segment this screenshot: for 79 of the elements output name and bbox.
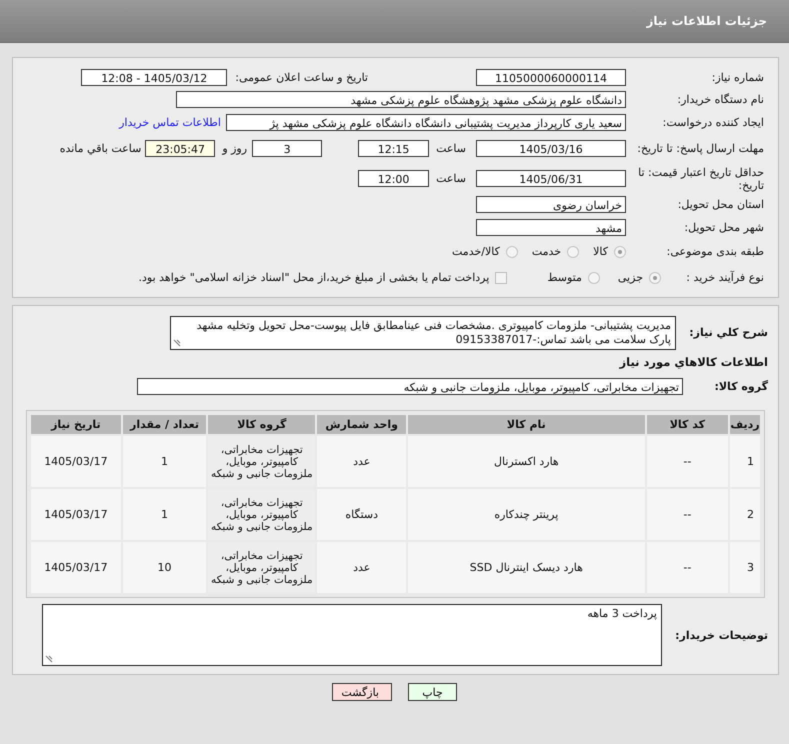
table-cell: 10 (122, 542, 206, 593)
notes-text: پرداخت 3 ماهه (587, 607, 657, 620)
column-header: تاریخ نیاز (31, 415, 121, 434)
days-field: 3 (252, 140, 322, 157)
table-cell: هارد اکسترنال (408, 436, 645, 487)
days-label: روز و (222, 142, 248, 155)
time-label: ساعت (436, 142, 466, 155)
validity-date-field: 1405/06/31 (476, 170, 626, 187)
column-header: کد کالا (646, 415, 728, 434)
resize-grip-icon (173, 338, 181, 346)
section-title: اطلاعات كالاهاي مورد نياز (618, 354, 769, 368)
back-button[interactable]: بازگشت (332, 683, 392, 701)
radio-label: جزیی (618, 271, 643, 284)
radio-label: کالا (593, 245, 608, 258)
table-cell: 1405/03/17 (31, 489, 121, 540)
table-cell: 1405/03/17 (31, 436, 121, 487)
print-button[interactable]: چاپ (408, 683, 457, 701)
table-cell: -- (646, 489, 728, 540)
field-label: توضیحات خریدار: (674, 628, 768, 642)
field-label: حداقل تاریخ اعتبار قیمت: تا تاریخ: (637, 166, 764, 192)
column-header: تعداد / مقدار (122, 415, 206, 434)
checkbox-label: پرداخت تمام یا بخشی از مبلغ خرید،از محل "اسناد خزانه اسلامی" خواهد بود. (138, 271, 490, 284)
remaining-label: ساعت باقي مانده (60, 142, 142, 155)
column-header: گروه کالا (208, 415, 316, 434)
field-label: شهر محل تحویل: (683, 220, 764, 234)
resize-grip-icon (45, 655, 53, 663)
field-label: طبقه بندی موضوعی: (666, 245, 764, 258)
radio-label: متوسط (547, 271, 582, 284)
table-cell: -- (646, 436, 728, 487)
column-header: واحد شمارش (317, 415, 406, 434)
remaining-time-field: 23:05:47 (145, 140, 216, 157)
field-label: مهلت ارسال پاسخ: تا تاریخ: (636, 142, 764, 155)
radio-label: خدمت (532, 245, 562, 258)
field-label: ایجاد کننده درخواست: (662, 116, 764, 129)
radio-label: کالا/خدمت (452, 245, 500, 258)
table-cell: تجهیزات مخابراتی، کامپیوتر، موبایل، ملزومات جانبی و شبکه (208, 542, 316, 593)
table-cell: 1 (122, 489, 206, 540)
field-label: نام دستگاه خریدار: (676, 93, 764, 106)
page-title: جزئیات اطلاعات نیاز (646, 14, 767, 28)
table-cell: -- (646, 542, 728, 593)
field-label: شماره نیاز: (710, 70, 764, 84)
radio-button[interactable] (567, 246, 580, 258)
table-cell: عدد (317, 436, 406, 487)
radio-button[interactable] (588, 272, 600, 284)
table-cell: تجهیزات مخابراتی، کامپیوتر، موبایل، ملزومات جانبی و شبکه (208, 489, 316, 540)
table-cell: تجهیزات مخابراتی، کامپیوتر، موبایل، ملزومات جانبی و شبکه (208, 436, 316, 487)
table-cell: 1405/03/17 (31, 542, 121, 593)
radio-button[interactable] (614, 246, 626, 258)
field-label: نوع فرآیند خرید : (685, 271, 764, 284)
table-cell: 2 (730, 489, 760, 540)
field-label: استان محل تحویل: (676, 198, 764, 212)
checkbox[interactable] (495, 272, 508, 284)
validity-time-field: 12:00 (358, 170, 430, 187)
radio-button[interactable] (649, 272, 661, 284)
table-cell: 1 (122, 436, 206, 487)
table-cell: هارد دیسک اینترنال SSD (408, 542, 645, 593)
buyer-org-field: دانشگاه علوم پزشکی مشهد پژوهشگاه علوم پزشکی مشهد (176, 91, 626, 108)
radio-button[interactable] (506, 246, 518, 258)
description-text: مدیریت پشتیبانی- ملزومات کامپیوتری .مشخصات فنی عینامطابق فایل پیوست-محل تحویل وتخلیه مشهد پارک سلامت می باشد تماس:-09153387017 (196, 318, 671, 346)
field-label: گروه کالا: (713, 380, 768, 394)
field-label: تاریخ و ساعت اعلان عمومی: (235, 70, 368, 84)
column-header: نام کالا (408, 415, 645, 434)
need-number-field: 1105000060000114 (476, 68, 626, 86)
table-cell: عدد (317, 542, 406, 593)
goods-group-field: تجهیزات مخابراتی، کامپیوتر، موبایل، ملزومات جانبی و شبکه (137, 378, 683, 396)
reply-time-field: 12:15 (358, 140, 430, 157)
requester-field: سعید یاری کارپرداز مدیریت پشتیبانی دانشگاه دانشگاه علوم پزشکی مشهد پژ (226, 114, 626, 131)
field-label: شرح كلي نياز: (688, 324, 768, 338)
table-cell: 3 (730, 542, 760, 593)
province-field: خراسان رضوی (476, 196, 626, 214)
table-cell: دستگاه (317, 489, 406, 540)
reply-date-field: 1405/03/16 (476, 140, 626, 157)
time-label: ساعت (436, 172, 466, 185)
table-cell: پرینتر چندکاره (408, 489, 645, 540)
city-field: مشهد (476, 218, 626, 236)
column-header: ردیف (730, 415, 760, 434)
buyer-contact-link[interactable]: اطلاعات تماس خریدار (119, 116, 221, 129)
table-cell: 1 (730, 436, 760, 487)
announce-date-field: 1405/03/12 - 12:08 (81, 68, 228, 86)
